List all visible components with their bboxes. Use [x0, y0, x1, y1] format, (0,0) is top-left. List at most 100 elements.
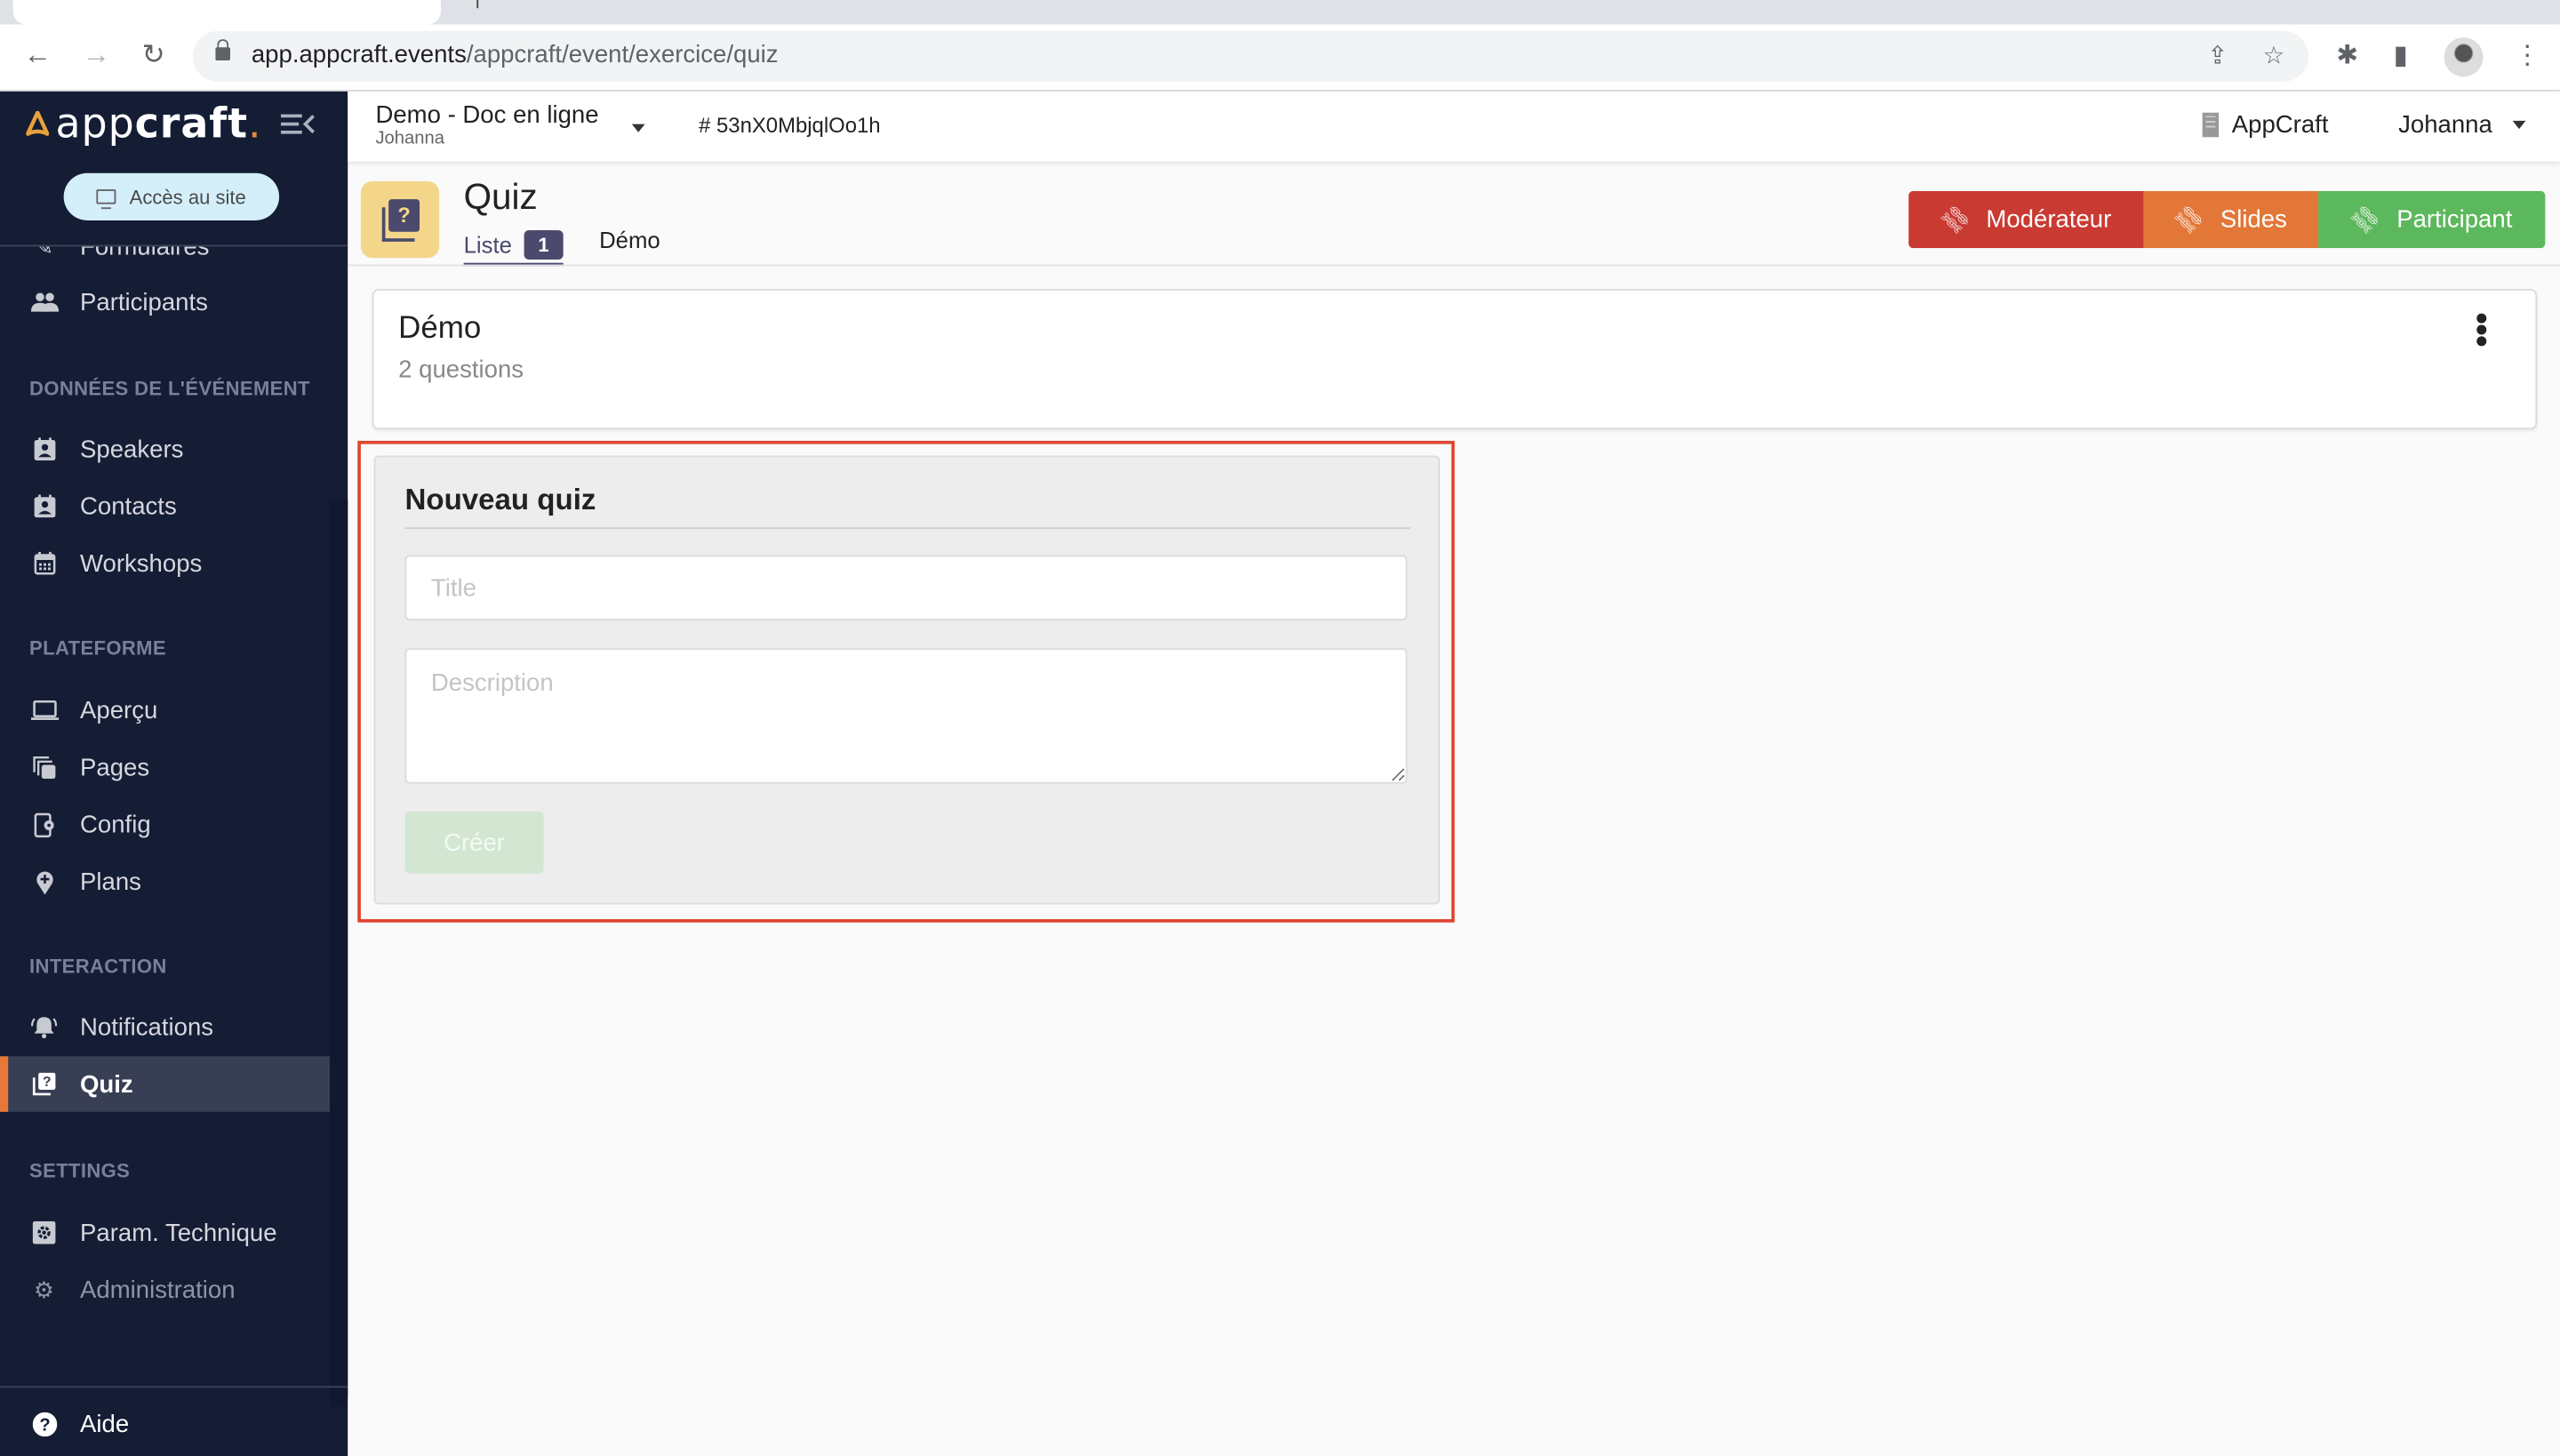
moderator-link-button[interactable]: ⛓ Modérateur — [1908, 190, 2144, 249]
create-quiz-button[interactable]: Créer — [404, 811, 544, 874]
svg-text:?: ? — [38, 1415, 49, 1435]
chevron-down-icon — [2511, 120, 2525, 130]
side-panel-icon[interactable]: ▮ — [2394, 39, 2408, 72]
laptop-icon — [29, 700, 59, 720]
app-header: Demo - Doc en ligne Johanna # 53nX0Mbjql… — [348, 91, 2560, 162]
sidebar-item-label: Param. Technique — [79, 1219, 277, 1247]
sidebar-item-label: Aperçu — [79, 696, 158, 724]
sidebar-item-formulaires[interactable]: ✎ Formulaires — [0, 246, 330, 274]
sidebar-item-administration[interactable]: ⚙ Administration — [0, 1262, 330, 1317]
browser-menu-icon[interactable]: ⋮ — [2515, 39, 2540, 72]
appcraft-logo[interactable]: appcraft. — [26, 98, 261, 147]
link-button-group: ⛓ Modérateur ⛓ Slides ⛓ Participant — [1908, 190, 2546, 249]
extensions-puzzle-icon[interactable]: ✱ — [2336, 39, 2358, 72]
browser-toolbar: ← → ↻ app.appcraft.events/appcraft/event… — [0, 24, 2560, 92]
sidebar-item-label: Workshops — [79, 549, 203, 578]
organization-name: AppCraft — [2231, 110, 2329, 140]
page-title: Quiz — [463, 176, 538, 218]
url-text[interactable]: app.appcraft.events/appcraft/event/exerc… — [252, 41, 779, 68]
sidebar-item-param-technique[interactable]: Param. Technique — [0, 1204, 330, 1260]
sidebar-item-speakers[interactable]: Speakers — [0, 421, 330, 476]
url-path: /appcraft/event/exercice/quiz — [466, 40, 779, 69]
button-label: Modérateur — [1986, 205, 2112, 234]
settings-box-icon — [29, 1220, 59, 1244]
sidebar-item-workshops[interactable]: Workshops — [0, 535, 330, 590]
sidebar-item-help[interactable]: ? Aide — [0, 1396, 330, 1451]
help-circle-icon: ? — [29, 1411, 59, 1436]
tab-liste[interactable]: Liste 1 — [463, 225, 564, 267]
page-header-divider — [348, 264, 2560, 267]
share-icon[interactable]: ⇪ — [2207, 41, 2228, 70]
user-menu[interactable]: Johanna — [2398, 111, 2525, 139]
event-id: # 53nX0MbjqlOo1h — [699, 112, 881, 138]
pencil-icon: ✎ — [29, 246, 59, 260]
count-badge: 1 — [523, 229, 564, 260]
sidebar-item-config[interactable]: Config — [0, 796, 330, 852]
reload-icon[interactable]: ↻ — [135, 37, 171, 73]
sidebar-scrollbar[interactable] — [330, 500, 348, 1408]
browser-tab[interactable]: Demo - Doc en ligne × — [12, 0, 441, 25]
tab-demo[interactable]: Démo — [599, 227, 660, 252]
section-label-platform: PLATEFORME — [29, 636, 166, 660]
button-label: Participant — [2396, 205, 2513, 234]
sidebar-item-label: Quiz — [79, 1069, 133, 1099]
bookmark-star-icon[interactable]: ☆ — [2263, 41, 2285, 70]
sidebar-item-label: Contacts — [79, 492, 177, 520]
gear-icon: ⚙ — [34, 1276, 55, 1302]
sidebar-item-notifications[interactable]: Notifications — [0, 999, 330, 1054]
sidebar-item-apercu[interactable]: Aperçu — [0, 683, 330, 738]
collapse-sidebar-icon[interactable] — [280, 111, 316, 137]
form-divider — [404, 527, 1411, 530]
browser-tabstrip: Demo - Doc en ligne × — [0, 0, 2560, 25]
sidebar-item-plans[interactable]: Plans — [0, 854, 330, 909]
quiz-title-input[interactable] — [404, 555, 1408, 620]
sidebar-item-label: Notifications — [79, 1012, 214, 1041]
contact-card-icon — [29, 437, 59, 460]
organization-link[interactable]: AppCraft — [2202, 110, 2329, 140]
svg-text:?: ? — [43, 1075, 52, 1090]
link-icon: ⛓ — [2169, 199, 2209, 239]
tab-label: Liste — [463, 231, 512, 259]
button-label: Slides — [2220, 205, 2287, 234]
quiz-question-count: 2 questions — [398, 356, 524, 384]
section-label-interaction: INTERACTION — [29, 955, 167, 979]
site-access-label: Accès au site — [129, 185, 246, 209]
section-label-event-data: DONNÉES DE L'ÉVÉNEMENT — [29, 377, 310, 400]
sidebar-item-quiz[interactable]: ? Quiz — [0, 1056, 331, 1112]
sidebar-item-label: Administration — [79, 1276, 236, 1304]
section-label-settings: SETTINGS — [29, 1159, 131, 1182]
tab-separator — [476, 0, 479, 9]
sidebar-item-label: Aide — [79, 1409, 130, 1438]
link-icon: ⛓ — [2345, 199, 2385, 239]
quiz-icon: ? — [29, 1072, 59, 1096]
chevron-down-icon — [631, 124, 645, 132]
sidebar-item-participants[interactable]: Participants — [0, 275, 330, 330]
back-icon[interactable]: ← — [20, 37, 55, 73]
address-bar[interactable]: app.appcraft.events/appcraft/event/exerc… — [192, 30, 2309, 82]
appcraft-logo-icon — [26, 110, 50, 136]
sidebar-divider — [0, 1386, 348, 1388]
event-name: Demo - Doc en ligne — [375, 100, 599, 130]
calendar-icon — [29, 551, 59, 575]
profile-avatar[interactable] — [2444, 37, 2484, 77]
quiz-list-item[interactable]: Démo 2 questions — [372, 289, 2538, 430]
pages-icon — [29, 756, 59, 780]
quiz-description-input[interactable] — [404, 648, 1408, 784]
people-icon — [29, 292, 59, 312]
link-icon: ⛓ — [1935, 199, 1974, 239]
participant-link-button[interactable]: ⛓ Participant — [2318, 190, 2546, 249]
sidebar-item-contacts[interactable]: Contacts — [0, 478, 330, 533]
more-options-icon[interactable] — [2475, 313, 2488, 347]
event-owner: Johanna — [375, 129, 444, 149]
monitor-icon — [96, 189, 116, 210]
form-heading: Nouveau quiz — [404, 483, 596, 516]
sidebar-item-label: Config — [79, 810, 151, 839]
slides-link-button[interactable]: ⛓ Slides — [2143, 190, 2319, 249]
sidebar-item-pages[interactable]: Pages — [0, 740, 330, 795]
sidebar-item-label: Pages — [79, 753, 150, 781]
site-access-button[interactable]: Accès au site — [63, 172, 280, 220]
quiz-page-icon: ? — [360, 180, 440, 259]
contact-card-icon — [29, 494, 59, 518]
quiz-title: Démo — [398, 311, 482, 347]
forward-icon[interactable]: → — [78, 37, 114, 73]
